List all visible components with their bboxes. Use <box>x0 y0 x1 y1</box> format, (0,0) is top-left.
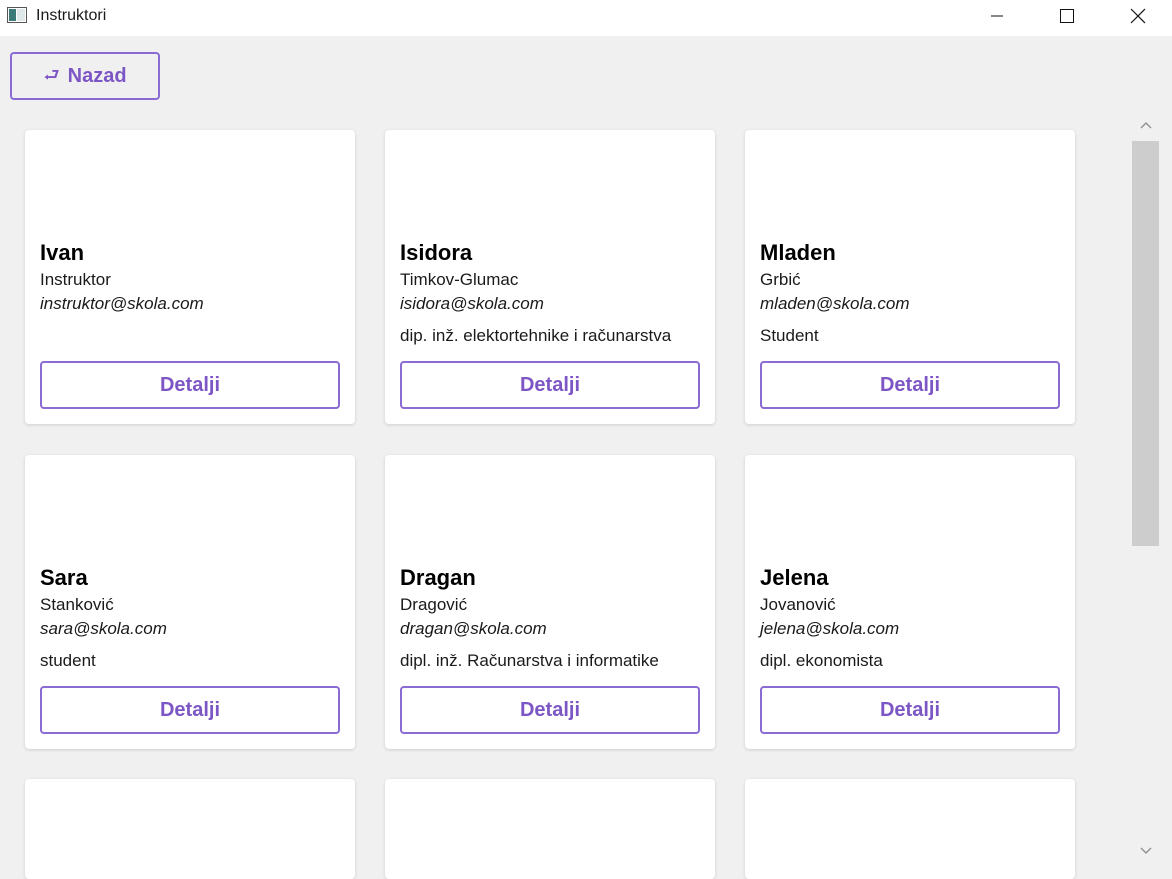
scroll-up-arrow-icon[interactable] <box>1139 120 1153 130</box>
scrollbar-thumb[interactable] <box>1132 141 1159 546</box>
close-icon <box>1130 8 1146 24</box>
vertical-scrollbar[interactable] <box>1120 112 1172 875</box>
instructor-card <box>745 779 1075 879</box>
close-button[interactable] <box>1115 0 1161 32</box>
instructor-last-name: Jovanović <box>760 595 836 614</box>
minimize-button[interactable] <box>974 0 1020 32</box>
instructor-first-name: Jelena <box>760 565 829 590</box>
details-button[interactable]: Detalji <box>400 361 700 409</box>
details-button[interactable]: Detalji <box>40 686 340 734</box>
instructor-first-name: Ivan <box>40 240 85 265</box>
return-arrow-icon: ⮐ <box>43 65 60 85</box>
title-bar: Instruktori <box>0 0 1172 36</box>
instructor-card: Mladen Grbić mladen@skola.com Student De… <box>745 130 1075 424</box>
instructor-last-name: Dragović <box>400 595 468 614</box>
instructor-last-name: Instruktor <box>40 270 111 289</box>
app-icon <box>7 7 27 23</box>
instructor-card: Jelena Jovanović jelena@skola.com dipl. … <box>745 455 1075 749</box>
instructor-title: dip. inž. elektortehnike i računarstva <box>400 326 672 345</box>
instructor-title: student <box>40 651 96 670</box>
instructor-card <box>385 779 715 879</box>
instructor-email: jelena@skola.com <box>760 619 900 638</box>
minimize-icon <box>991 15 1003 17</box>
instructor-first-name: Dragan <box>400 565 476 590</box>
details-button[interactable]: Detalji <box>760 686 1060 734</box>
back-button-label: Nazad <box>67 64 127 87</box>
instructor-email: isidora@skola.com <box>400 294 544 313</box>
scroll-down-arrow-icon[interactable] <box>1139 846 1153 856</box>
instructor-card: Sara Stanković sara@skola.com student De… <box>25 455 355 749</box>
back-button[interactable]: ⮐ Nazad <box>10 52 160 100</box>
instructor-title: dipl. inž. Računarstva i informatike <box>400 651 659 670</box>
instructor-last-name: Stanković <box>40 595 114 614</box>
instructor-last-name: Timkov-Glumac <box>400 270 519 289</box>
maximize-button[interactable] <box>1044 0 1090 32</box>
window-title: Instruktori <box>36 7 107 24</box>
instructor-title: dipl. ekonomista <box>760 651 883 670</box>
instructor-email: dragan@skola.com <box>400 619 547 638</box>
instructor-first-name: Mladen <box>760 240 836 265</box>
details-button[interactable]: Detalji <box>40 361 340 409</box>
instructor-email: instruktor@skola.com <box>40 294 204 313</box>
instructor-first-name: Sara <box>40 565 88 590</box>
instructor-card: Ivan Instruktor instruktor@skola.com Det… <box>25 130 355 424</box>
details-button[interactable]: Detalji <box>400 686 700 734</box>
instructor-email: sara@skola.com <box>40 619 167 638</box>
maximize-icon <box>1060 9 1074 23</box>
instructor-card: Isidora Timkov-Glumac isidora@skola.com … <box>385 130 715 424</box>
instructor-email: mladen@skola.com <box>760 294 910 313</box>
instructor-last-name: Grbić <box>760 270 801 289</box>
instructor-title: Student <box>760 326 819 345</box>
instructor-first-name: Isidora <box>400 240 473 265</box>
instructor-card: Dragan Dragović dragan@skola.com dipl. i… <box>385 455 715 749</box>
instructor-card <box>25 779 355 879</box>
details-button[interactable]: Detalji <box>760 361 1060 409</box>
